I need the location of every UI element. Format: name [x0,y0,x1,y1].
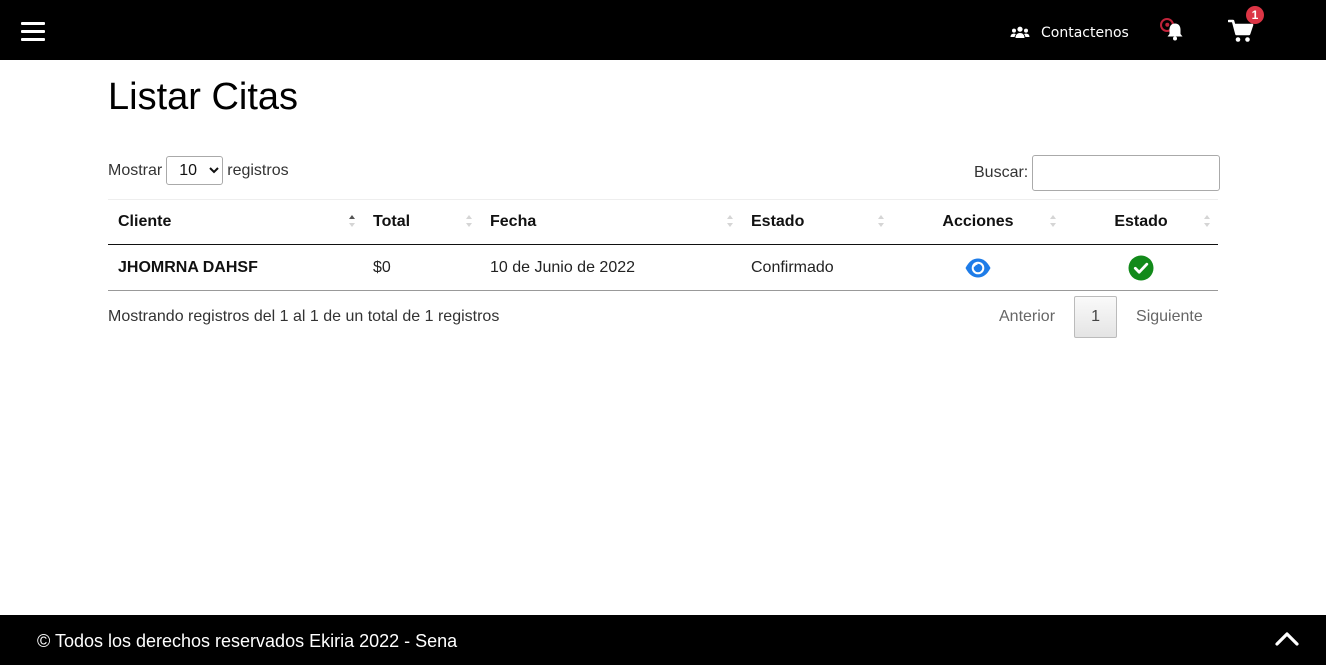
cell-acciones [892,244,1064,291]
cell-total: $0 [363,244,480,291]
contact-link[interactable]: Contactenos [1010,22,1129,44]
cell-estado: Confirmado [741,244,892,291]
page-length-control: Mostrar 10 registros [108,156,289,185]
chevron-up-icon[interactable] [1274,629,1300,647]
page-length-select[interactable]: 10 [166,156,224,185]
length-suffix-label: registros [227,161,289,179]
top-navbar: Contactenos 1 [0,0,1326,60]
search-input[interactable] [1032,155,1221,191]
sort-icon [349,215,355,229]
column-header-acciones[interactable]: Acciones [892,199,1064,245]
pagination: Anterior 1 Siguiente [985,296,1217,338]
appointments-table: Cliente Total Fecha Estado Acciones Esta… [108,199,1218,291]
next-page-button[interactable]: Siguiente [1122,308,1217,326]
column-header-estado-icon[interactable]: Estado [1064,199,1218,245]
search-control: Buscar: [974,155,1221,191]
sort-icon [1050,215,1056,229]
footer-copyright: © Todos los derechos reservados Ekiria 2… [37,631,458,651]
contact-label: Contactenos [1041,25,1129,41]
sort-icon [878,215,884,229]
sort-icon [727,215,733,229]
table-row: JHOMRNA DAHSF $0 10 de Junio de 2022 Con… [108,244,1218,291]
sort-icon [1204,215,1210,229]
table-header-row: Cliente Total Fecha Estado Acciones Esta… [108,199,1218,245]
bell-icon[interactable] [1157,16,1185,44]
column-header-estado[interactable]: Estado [741,199,892,245]
cart-count-badge: 1 [1246,6,1264,24]
users-icon [1010,26,1030,38]
column-header-total[interactable]: Total [363,199,480,245]
search-label: Buscar: [974,164,1029,181]
sort-icon [466,215,472,229]
previous-page-button[interactable]: Anterior [985,308,1069,326]
table-info-text: Mostrando registros del 1 al 1 de un tot… [108,308,500,325]
cell-fecha: 10 de Junio de 2022 [480,244,741,291]
check-circle-icon [1128,255,1154,280]
page-title: Listar Citas [108,76,299,118]
column-header-fecha[interactable]: Fecha [480,199,741,245]
cell-estado-icon [1064,244,1218,291]
column-header-cliente[interactable]: Cliente [108,199,363,245]
footer: © Todos los derechos reservados Ekiria 2… [0,615,1326,665]
length-prefix-label: Mostrar [108,161,163,179]
eye-icon[interactable] [964,257,992,279]
hamburger-icon[interactable] [21,22,45,42]
cell-cliente: JHOMRNA DAHSF [108,244,363,291]
page-number-button[interactable]: 1 [1074,296,1118,338]
